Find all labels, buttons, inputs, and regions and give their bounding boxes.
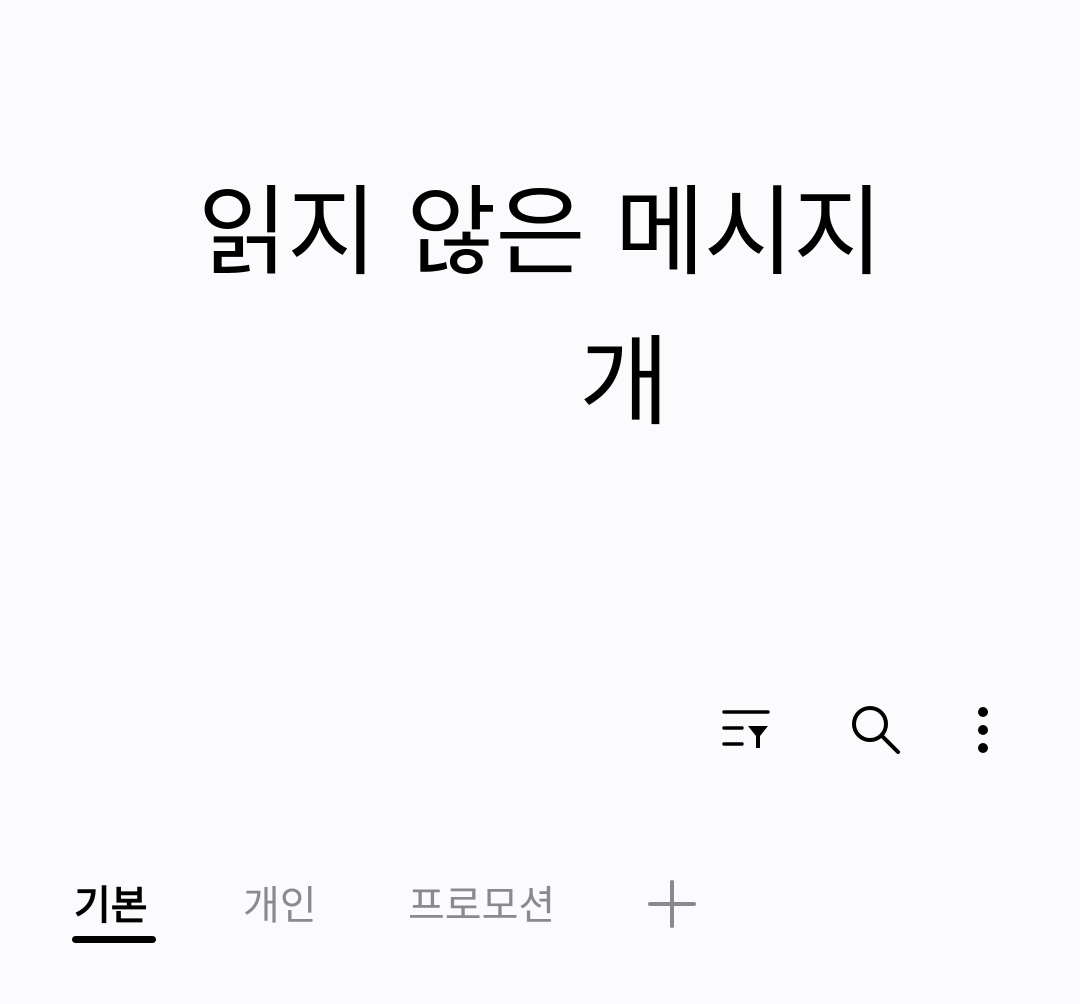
plus-icon	[648, 880, 696, 928]
tab-basic[interactable]: 기본	[74, 878, 148, 934]
more-vertical-icon	[978, 707, 988, 753]
filter-list-icon	[722, 710, 770, 748]
category-tabs: 기본 개인 프로모션	[0, 868, 1080, 958]
unread-title-line: 읽지 않은 메시지	[197, 176, 883, 290]
tab-promotion[interactable]: 프로모션	[408, 878, 555, 934]
unread-count-line: 개	[579, 326, 669, 440]
page-title: 읽지 않은 메시지 개	[0, 158, 1080, 458]
search-icon	[852, 706, 900, 754]
toolbar	[0, 690, 1080, 770]
filter-button[interactable]	[706, 690, 786, 770]
tab-personal[interactable]: 개인	[243, 878, 317, 934]
search-button[interactable]	[836, 690, 916, 770]
active-tab-indicator	[72, 936, 156, 943]
more-options-button[interactable]	[943, 690, 1023, 770]
add-tab-button[interactable]	[646, 878, 698, 930]
